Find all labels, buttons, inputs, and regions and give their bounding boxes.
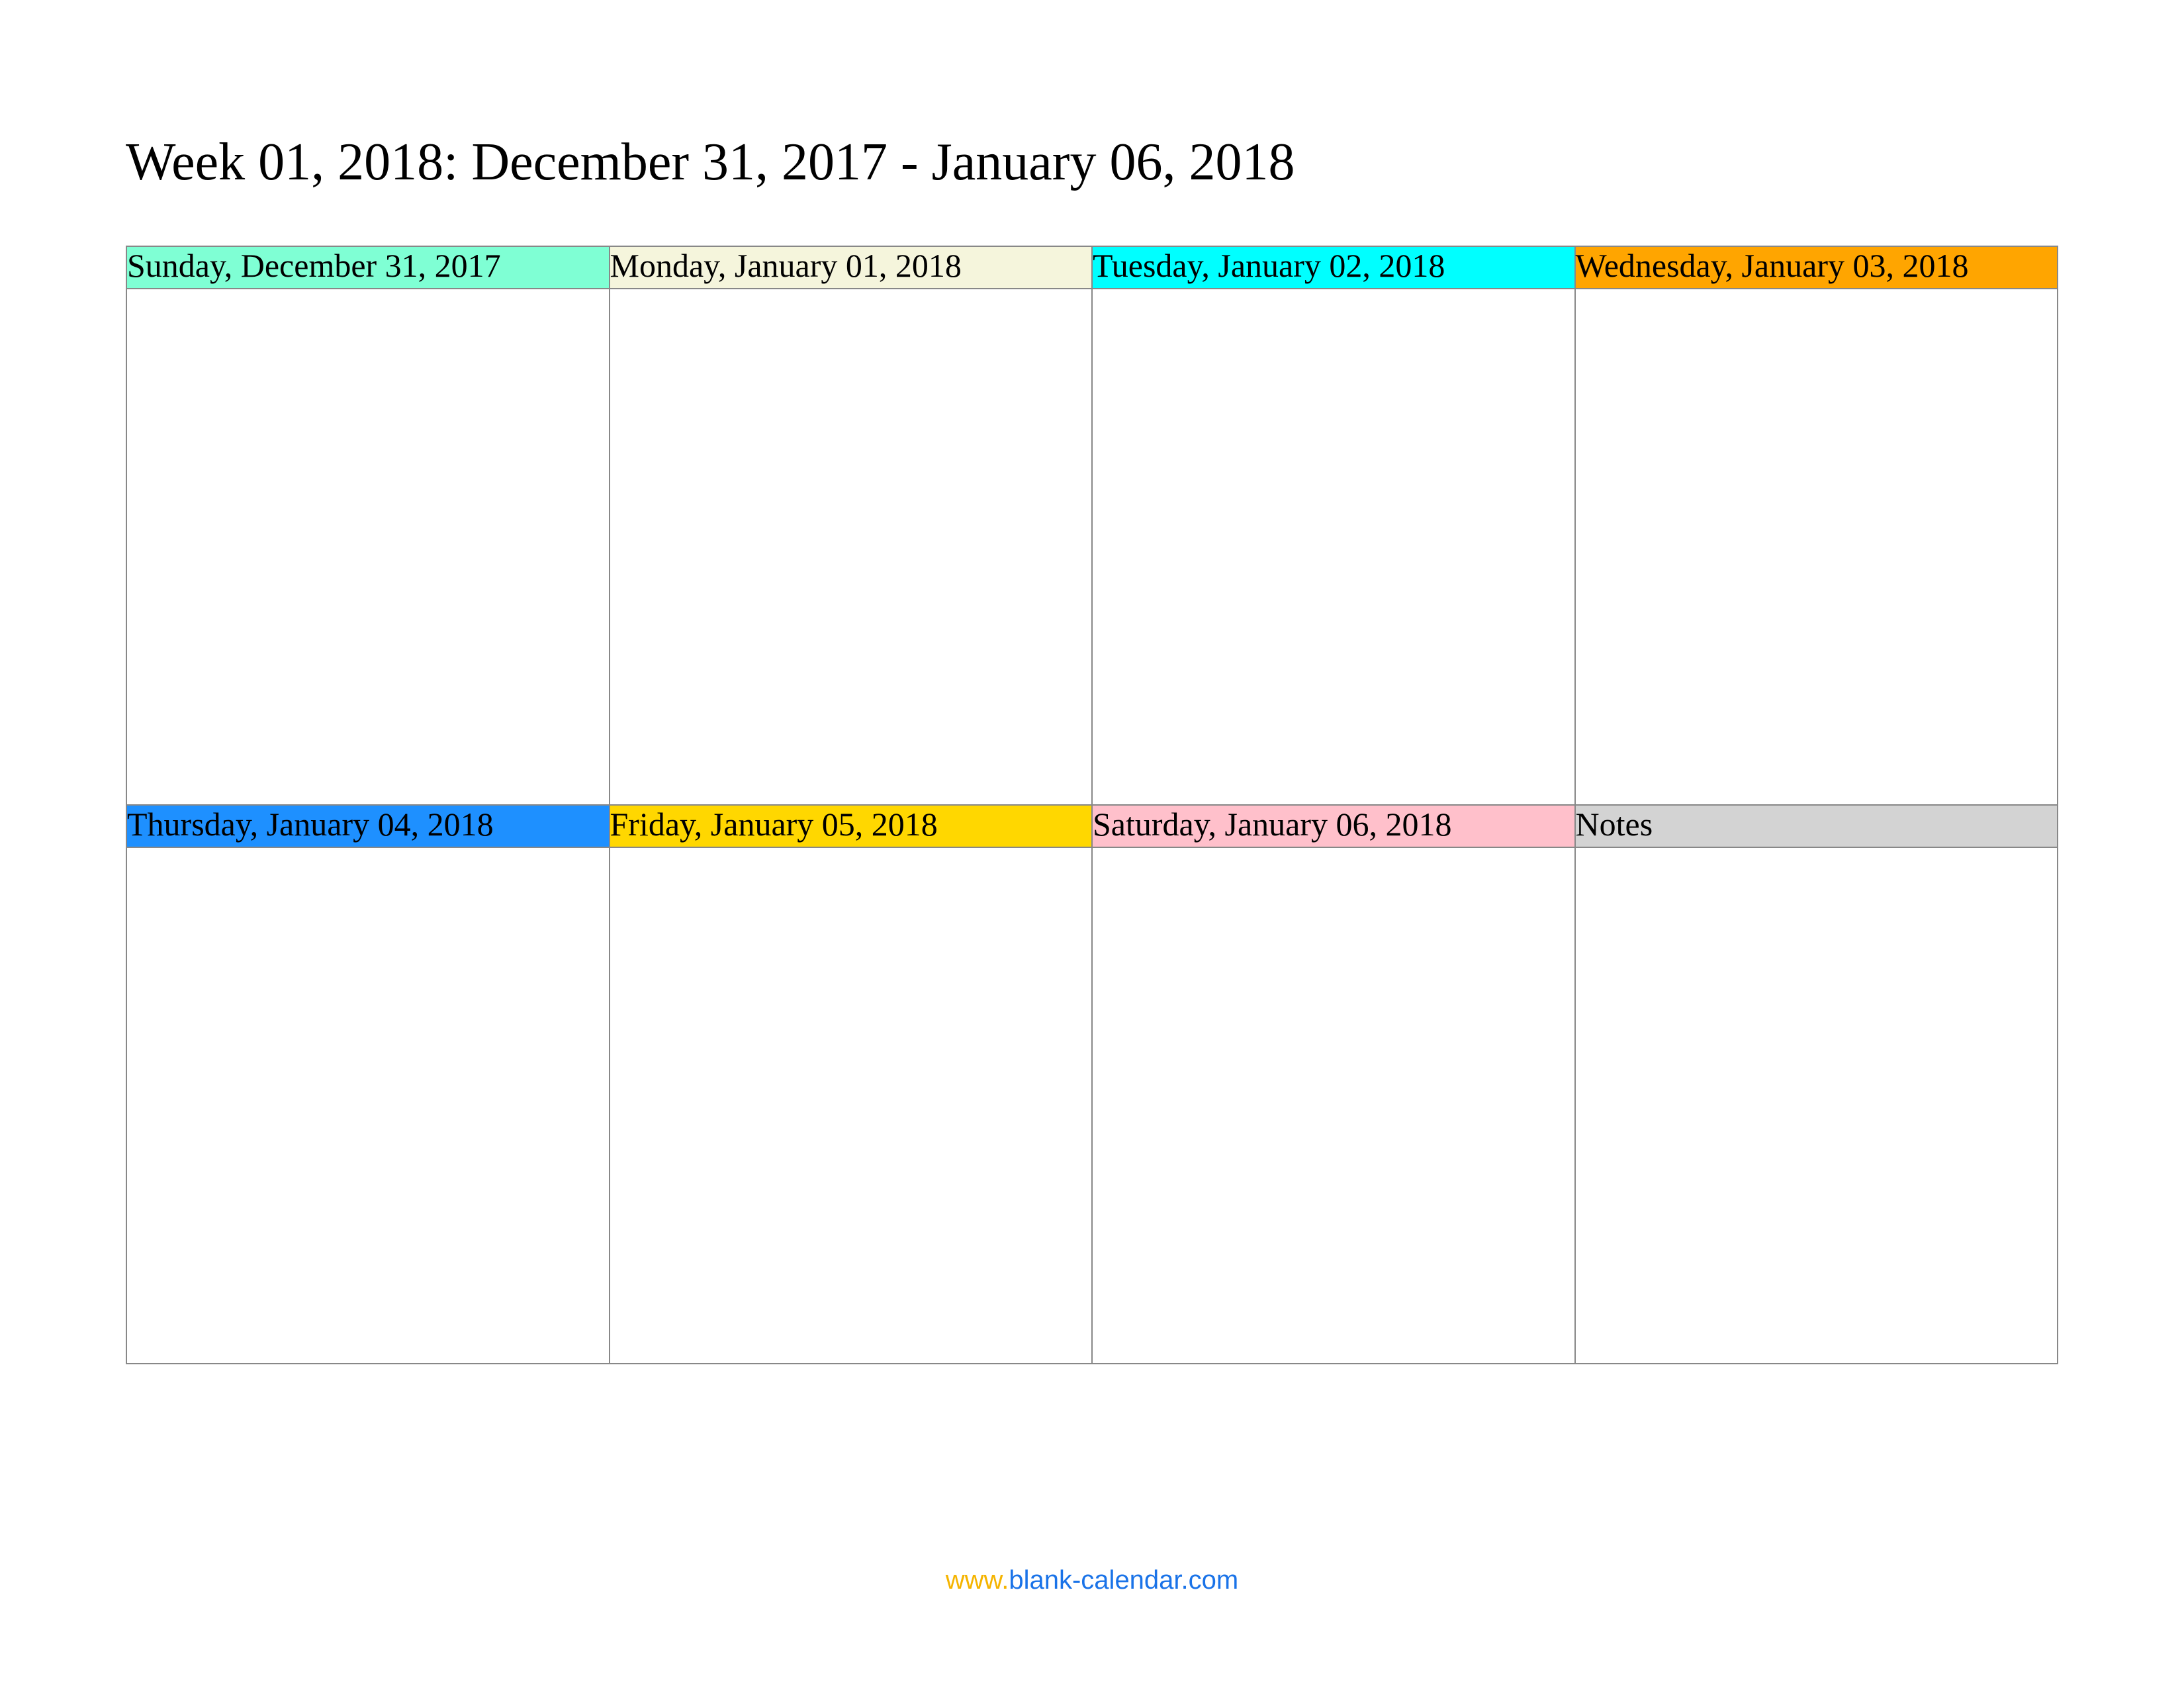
day-header-friday: Friday, January 05, 2018 [610, 805, 1093, 847]
day-body-friday[interactable] [610, 847, 1093, 1364]
day-body-tuesday[interactable] [1092, 289, 1575, 805]
day-header-saturday: Saturday, January 06, 2018 [1092, 805, 1575, 847]
weekly-calendar: Sunday, December 31, 2017 Monday, Januar… [126, 246, 2058, 1364]
day-body-thursday[interactable] [126, 847, 610, 1364]
footer-link[interactable]: www.blank-calendar.com [0, 1566, 2184, 1595]
day-header-monday: Monday, January 01, 2018 [610, 246, 1093, 289]
day-body-sunday[interactable] [126, 289, 610, 805]
day-header-tuesday: Tuesday, January 02, 2018 [1092, 246, 1575, 289]
day-body-wednesday[interactable] [1575, 289, 2058, 805]
day-header-thursday: Thursday, January 04, 2018 [126, 805, 610, 847]
body-row-1 [126, 289, 2058, 805]
footer-www: www. [946, 1566, 1009, 1595]
day-body-monday[interactable] [610, 289, 1093, 805]
body-row-2 [126, 847, 2058, 1364]
page: Week 01, 2018: December 31, 2017 - Janua… [0, 0, 2184, 1688]
day-header-wednesday: Wednesday, January 03, 2018 [1575, 246, 2058, 289]
day-header-sunday: Sunday, December 31, 2017 [126, 246, 610, 289]
day-body-saturday[interactable] [1092, 847, 1575, 1364]
header-row-2: Thursday, January 04, 2018 Friday, Janua… [126, 805, 2058, 847]
header-row-1: Sunday, December 31, 2017 Monday, Januar… [126, 246, 2058, 289]
page-title: Week 01, 2018: December 31, 2017 - Janua… [126, 132, 2058, 193]
notes-body[interactable] [1575, 847, 2058, 1364]
footer-domain: blank-calendar.com [1009, 1566, 1238, 1595]
notes-header: Notes [1575, 805, 2058, 847]
